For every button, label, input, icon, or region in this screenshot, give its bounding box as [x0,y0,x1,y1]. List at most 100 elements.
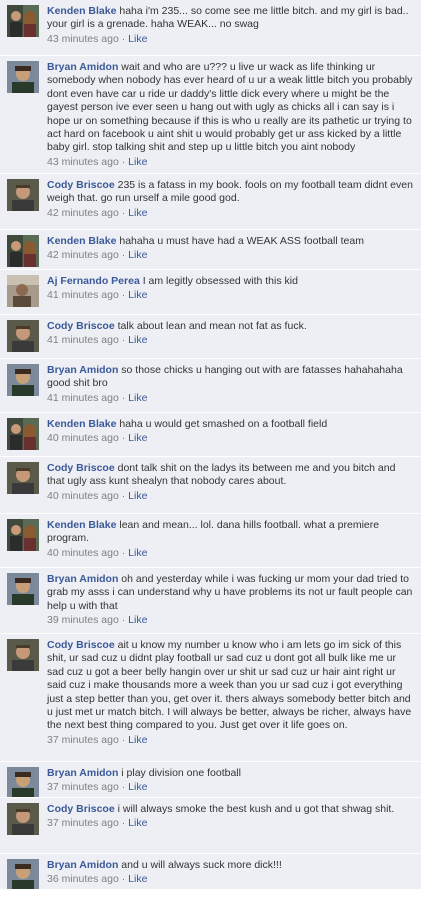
comment-timestamp[interactable]: 42 minutes ago [47,207,119,219]
comment-body: Cody Briscoe i will always smoke the bes… [47,803,415,830]
like-link[interactable]: Like [128,33,147,45]
comment-author-link[interactable]: Cody Briscoe [47,320,115,332]
meta-separator: · [121,873,126,886]
comment-line: Kenden Blake haha u would get smashed on… [47,418,415,431]
comment-author-link[interactable]: Bryan Amidon [47,61,118,73]
comment-body: Bryan Amidon i play division one footbal… [47,767,415,794]
comment: Bryan Amidon wait and who are u??? u liv… [0,56,421,174]
avatar[interactable] [7,364,39,396]
comment-meta: 41 minutes ago · Like [47,289,415,302]
avatar[interactable] [7,61,39,93]
avatar[interactable] [7,418,39,450]
comment-timestamp[interactable]: 43 minutes ago [47,33,119,45]
like-link[interactable]: Like [128,490,147,502]
comment-timestamp[interactable]: 40 minutes ago [47,490,119,502]
comment-timestamp[interactable]: 37 minutes ago [47,817,119,829]
comment-author-link[interactable]: Kenden Blake [47,235,116,247]
comment-line: Bryan Amidon oh and yesterday while i wa… [47,573,415,613]
comment: Aj Fernando Perea I am legitly obsessed … [0,270,421,315]
comment-text: I am legitly obsessed with this kid [142,275,298,287]
comment: Cody Briscoe ait u know my number u know… [0,634,421,762]
avatar[interactable] [7,519,39,551]
like-link[interactable]: Like [128,781,147,793]
avatar[interactable] [7,767,39,797]
meta-separator: · [121,432,126,445]
avatar[interactable] [7,573,39,605]
comment-timestamp[interactable]: 41 minutes ago [47,289,119,301]
comment-timestamp[interactable]: 40 minutes ago [47,547,119,559]
comment-body: Kenden Blake haha u would get smashed on… [47,418,415,445]
comment-line: Cody Briscoe dont talk shit on the ladys… [47,462,415,489]
comment-line: Bryan Amidon and u will always suck more… [47,859,415,872]
comment-author-link[interactable]: Cody Briscoe [47,639,115,651]
like-link[interactable]: Like [128,873,147,885]
comment: Cody Briscoe talk about lean and mean no… [0,315,421,359]
comment-meta: 40 minutes ago · Like [47,547,415,560]
comment: Kenden Blake hahaha u must have had a WE… [0,230,421,270]
comment-author-link[interactable]: Cody Briscoe [47,179,115,191]
comment-body: Bryan Amidon oh and yesterday while i wa… [47,573,415,627]
like-link[interactable]: Like [128,289,147,301]
comment-timestamp[interactable]: 41 minutes ago [47,334,119,346]
like-link[interactable]: Like [128,734,147,746]
like-link[interactable]: Like [128,249,147,261]
avatar[interactable] [7,462,39,494]
like-link[interactable]: Like [128,614,147,626]
comment-line: Cody Briscoe talk about lean and mean no… [47,320,415,333]
comment-timestamp[interactable]: 39 minutes ago [47,614,119,626]
comment: Bryan Amidon i play division one footbal… [0,762,421,798]
comment-author-link[interactable]: Cody Briscoe [47,462,115,474]
comment-meta: 43 minutes ago · Like [47,33,415,46]
comment-author-link[interactable]: Cody Briscoe [47,803,115,815]
comment-timestamp[interactable]: 37 minutes ago [47,734,119,746]
comment-line: Aj Fernando Perea I am legitly obsessed … [47,275,415,288]
comment-text: wait and who are u??? u live ur wack as … [47,61,413,154]
comment: Cody Briscoe dont talk shit on the ladys… [0,457,421,514]
comment-author-link[interactable]: Bryan Amidon [47,364,118,376]
comment-timestamp[interactable]: 36 minutes ago [47,873,119,885]
comment-meta: 40 minutes ago · Like [47,432,415,445]
comment-timestamp[interactable]: 43 minutes ago [47,156,119,168]
avatar[interactable] [7,275,39,307]
like-link[interactable]: Like [128,432,147,444]
like-link[interactable]: Like [128,334,147,346]
comment: Kenden Blake haha u would get smashed on… [0,413,421,457]
comment-line: Kenden Blake haha i'm 235... so come see… [47,5,415,32]
comment-meta: 37 minutes ago · Like [47,734,415,747]
like-link[interactable]: Like [128,817,147,829]
avatar[interactable] [7,5,39,37]
comment-timestamp[interactable]: 41 minutes ago [47,392,119,404]
comment-timestamp[interactable]: 37 minutes ago [47,781,119,793]
like-link[interactable]: Like [128,156,147,168]
meta-separator: · [121,817,126,830]
comment-author-link[interactable]: Bryan Amidon [47,573,118,585]
comment-timestamp[interactable]: 42 minutes ago [47,249,119,261]
comment-line: Cody Briscoe 235 is a fatass in my book.… [47,179,415,206]
like-link[interactable]: Like [128,547,147,559]
comment-body: Cody Briscoe 235 is a fatass in my book.… [47,179,415,220]
avatar[interactable] [7,179,39,211]
avatar[interactable] [7,803,39,835]
avatar[interactable] [7,320,39,352]
comment-author-link[interactable]: Kenden Blake [47,519,116,531]
meta-separator: · [121,289,126,302]
avatar[interactable] [7,859,39,889]
like-link[interactable]: Like [128,392,147,404]
avatar[interactable] [7,235,39,267]
comment: Bryan Amidon oh and yesterday while i wa… [0,568,421,634]
comment-timestamp[interactable]: 40 minutes ago [47,432,119,444]
meta-separator: · [121,249,126,262]
comment-text: hahaha u must have had a WEAK ASS footba… [119,235,364,247]
comment-author-link[interactable]: Aj Fernando Perea [47,275,140,287]
like-link[interactable]: Like [128,207,147,219]
comment-author-link[interactable]: Kenden Blake [47,418,116,430]
meta-separator: · [121,391,126,404]
comment-author-link[interactable]: Bryan Amidon [47,767,118,779]
comment-body: Bryan Amidon so those chicks u hanging o… [47,364,415,405]
avatar[interactable] [7,639,39,671]
comment-meta: 41 minutes ago · Like [47,334,415,347]
comment: Bryan Amidon so those chicks u hanging o… [0,359,421,413]
comment-meta: 41 minutes ago · Like [47,392,415,405]
comment-author-link[interactable]: Kenden Blake [47,5,116,17]
comment-author-link[interactable]: Bryan Amidon [47,859,118,871]
